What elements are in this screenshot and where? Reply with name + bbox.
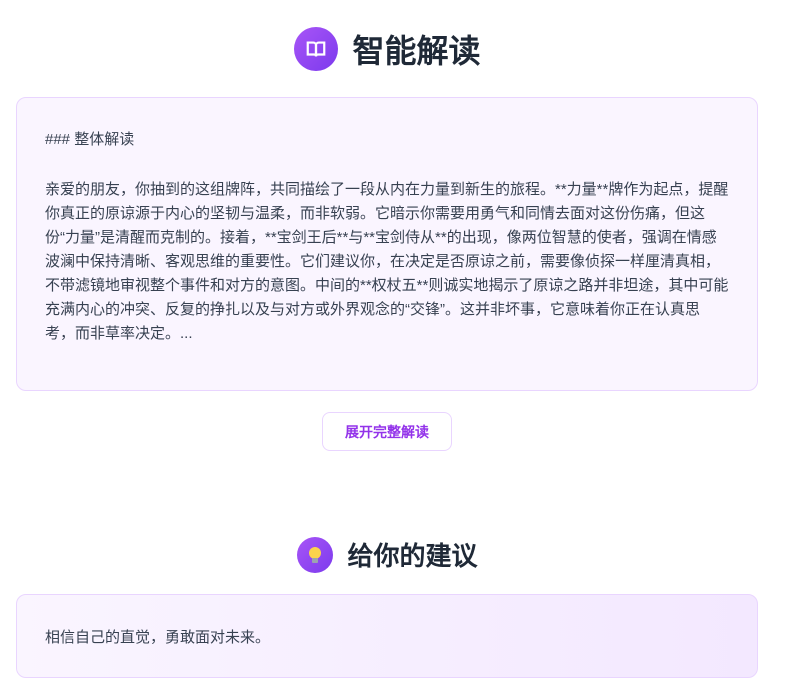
interpretation-heading: ### 整体解读 [45, 131, 135, 148]
advice-text: 相信自己的直觉，勇敢面对未来。 [45, 628, 271, 646]
advice-card: 相信自己的直觉，勇敢面对未来。 [16, 594, 758, 678]
advice-title: 给你的建议 [347, 541, 478, 571]
expand-interpretation-button[interactable]: 展开完整解读 [322, 412, 452, 451]
interpretation-title: 智能解读 [352, 33, 481, 69]
interpretation-header: 智能解读 [0, 26, 775, 72]
lightbulb-icon [297, 536, 334, 573]
advice-header: 给你的建议 [0, 536, 775, 573]
interpretation-card: ### 整体解读 亲爱的朋友，你抽到的这组牌阵，共同描绘了一段从内在力量到新生的… [16, 97, 758, 391]
book-icon [294, 27, 339, 71]
interpretation-body: 亲爱的朋友，你抽到的这组牌阵，共同描绘了一段从内在力量到新生的旅程。**力量**… [45, 181, 729, 342]
